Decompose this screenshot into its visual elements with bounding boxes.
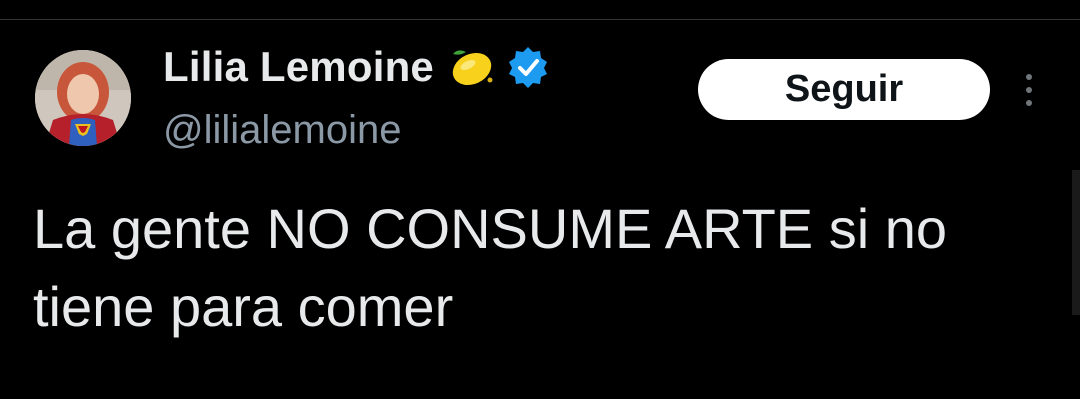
verified-icon xyxy=(506,45,550,89)
more-dot xyxy=(1026,74,1032,80)
author-name-row: Lilia Lemoine xyxy=(163,40,550,94)
lemon-icon xyxy=(446,42,496,92)
tweet-card: Lilia Lemoine @lilialemoine Seguir La ge… xyxy=(0,0,1080,399)
author-handle[interactable]: @lilialemoine xyxy=(163,108,401,153)
more-dot xyxy=(1026,87,1032,93)
more-dot xyxy=(1026,100,1032,106)
more-vertical-icon[interactable] xyxy=(1014,68,1044,112)
author-display-name[interactable]: Lilia Lemoine xyxy=(163,43,434,91)
avatar[interactable] xyxy=(35,50,131,146)
tweet-text: La gente NO CONSUME ARTE si no tiene par… xyxy=(33,197,947,338)
follow-button[interactable]: Seguir xyxy=(698,59,990,120)
